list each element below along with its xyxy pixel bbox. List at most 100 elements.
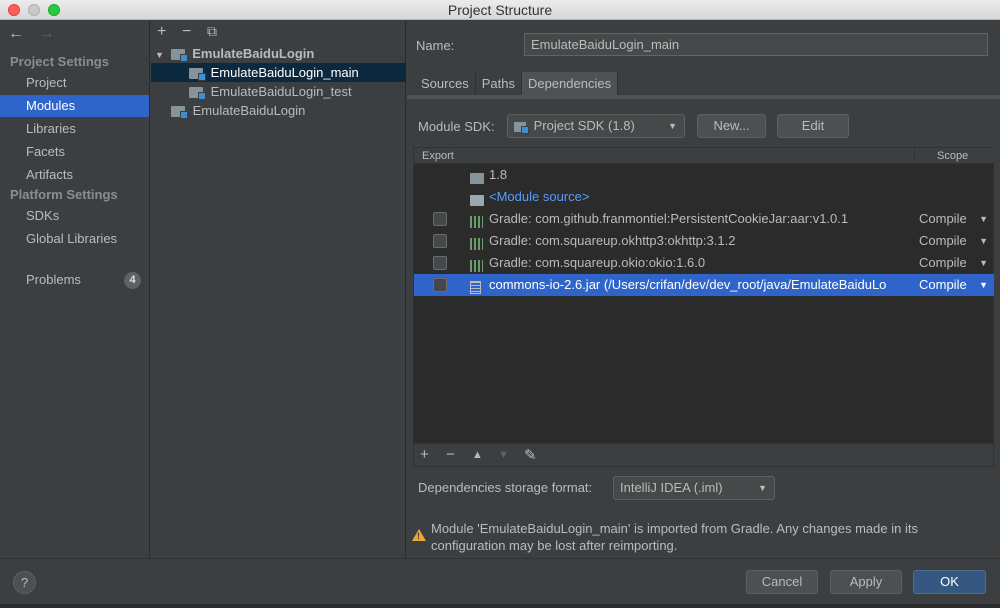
tree-item-label: EmulateBaiduLogin_main (210, 65, 359, 80)
add-dependency-icon[interactable]: + (420, 446, 429, 463)
dependency-name: <Module source> (489, 189, 590, 204)
tree-item-main[interactable]: EmulateBaiduLogin_main (151, 63, 406, 82)
settings-sidebar: ← → Project Settings Project Modules Lib… (0, 21, 150, 558)
tree-item-label: EmulateBaiduLogin (192, 46, 315, 61)
edit-dependency-icon[interactable]: ✎ (524, 446, 537, 464)
scope-column-header[interactable]: Scope (914, 148, 994, 164)
tree-item-label: EmulateBaiduLogin (192, 103, 306, 118)
export-checkbox[interactable] (433, 212, 447, 226)
name-label: Name: (416, 38, 455, 53)
tree-item-test[interactable]: EmulateBaiduLogin_test (151, 82, 406, 101)
cancel-button[interactable]: Cancel (746, 570, 818, 594)
sidebar-item-libraries[interactable]: Libraries (0, 118, 149, 140)
module-folder-icon (189, 68, 206, 82)
dependency-name: Gradle: com.squareup.okio:okio:1.6.0 (489, 255, 706, 270)
scope-select[interactable]: Compile ▼ (919, 252, 994, 274)
module-sdk-label: Module SDK: (418, 119, 495, 134)
tab-divider (407, 95, 1000, 99)
chevron-down-icon: ▼ (979, 214, 988, 224)
table-row[interactable]: commons-io-2.6.jar (/Users/crifan/dev/de… (414, 274, 994, 296)
nav-arrows: ← → (8, 25, 64, 43)
dialog-footer: ? Cancel Apply OK (0, 558, 1000, 604)
storage-format-label: Dependencies storage format: (418, 480, 593, 495)
module-name-input[interactable]: EmulateBaiduLogin_main (524, 33, 988, 56)
tab-paths[interactable]: Paths (476, 72, 522, 96)
move-down-icon[interactable]: ▼ (498, 449, 509, 461)
chevron-down-icon: ▼ (758, 483, 767, 493)
sdk-folder-icon (514, 121, 529, 134)
remove-dependency-icon[interactable]: − (446, 446, 455, 463)
help-button[interactable]: ? (13, 571, 36, 594)
background-editor-strip (0, 604, 1000, 608)
sidebar-item-sdks[interactable]: SDKs (0, 205, 149, 227)
dependencies-table: Export Scope 1.8 <Module source> Gradle:… (413, 147, 995, 460)
table-row[interactable]: 1.8 (414, 164, 994, 186)
apply-button[interactable]: Apply (830, 570, 902, 594)
table-header: Export Scope (414, 148, 995, 164)
module-tree-panel: + − ⧉ ▼ EmulateBaiduLogin EmulateBaiduLo… (151, 21, 406, 558)
module-tabs: Sources Paths Dependencies (415, 72, 619, 96)
sidebar-item-artifacts[interactable]: Artifacts (0, 164, 149, 186)
warning-icon (412, 529, 426, 541)
move-up-icon[interactable]: ▲ (472, 449, 483, 461)
module-sdk-value: Project SDK (1.8) (533, 118, 635, 133)
sidebar-item-global-libraries[interactable]: Global Libraries (0, 228, 149, 250)
tree-toolbar: + − ⧉ (151, 21, 406, 43)
platform-settings-header: Platform Settings (10, 187, 118, 202)
dependency-name: 1.8 (489, 167, 508, 182)
copy-module-icon[interactable]: ⧉ (207, 23, 217, 40)
title-bar: Project Structure (0, 0, 1000, 20)
back-arrow-icon[interactable]: ← (8, 25, 24, 42)
dependency-name: commons-io-2.6.jar (/Users/crifan/dev/de… (489, 277, 887, 292)
scope-value: Compile (919, 211, 967, 226)
export-checkbox[interactable] (433, 278, 447, 292)
problems-count-badge: 4 (124, 272, 141, 289)
scope-value: Compile (919, 277, 967, 292)
chevron-down-icon: ▼ (668, 121, 677, 131)
scope-select[interactable]: Compile ▼ (919, 208, 994, 230)
new-sdk-button[interactable]: New... (697, 114, 766, 138)
add-module-icon[interactable]: + (157, 23, 166, 41)
module-sdk-select[interactable]: Project SDK (1.8) ▼ (507, 114, 685, 138)
module-details-panel: Name: EmulateBaiduLogin_main Sources Path… (407, 21, 1000, 558)
warning-line-1: Module 'EmulateBaiduLogin_main' is impor… (431, 521, 918, 536)
module-folder-icon (171, 106, 188, 120)
sidebar-item-facets[interactable]: Facets (0, 141, 149, 163)
export-checkbox[interactable] (433, 256, 447, 270)
storage-format-value: IntelliJ IDEA (.iml) (620, 480, 723, 495)
dependency-name: Gradle: com.github.franmontiel:Persisten… (489, 211, 849, 226)
tree-item-label: EmulateBaiduLogin_test (210, 84, 352, 99)
scope-select[interactable]: Compile ▼ (919, 274, 994, 296)
sidebar-item-problems[interactable]: Problems 4 (0, 269, 149, 291)
project-settings-header: Project Settings (10, 54, 109, 69)
edit-sdk-button[interactable]: Edit (777, 114, 849, 138)
remove-module-icon[interactable]: − (182, 23, 191, 41)
problems-label: Problems (26, 272, 81, 287)
ok-button[interactable]: OK (913, 570, 986, 594)
dependency-name: Gradle: com.squareup.okhttp3:okhttp:3.1.… (489, 233, 736, 248)
scope-select[interactable]: Compile ▼ (919, 230, 994, 252)
chevron-down-icon: ▼ (979, 280, 988, 290)
storage-format-select[interactable]: IntelliJ IDEA (.iml) ▼ (613, 476, 775, 500)
scope-value: Compile (919, 255, 967, 270)
table-row[interactable]: <Module source> (414, 186, 994, 208)
jar-icon (470, 279, 481, 301)
tree-item-sibling[interactable]: EmulateBaiduLogin (151, 101, 406, 120)
module-folder-icon (170, 49, 188, 63)
module-folder-icon (189, 87, 206, 101)
window-title: Project Structure (447, 2, 553, 18)
export-checkbox[interactable] (433, 234, 447, 248)
sidebar-item-modules[interactable]: Modules (0, 95, 149, 117)
export-column-header[interactable]: Export (422, 148, 454, 164)
table-row[interactable]: Gradle: com.github.franmontiel:Persisten… (414, 208, 994, 230)
forward-arrow-icon[interactable]: → (38, 25, 54, 42)
table-row[interactable]: Gradle: com.squareup.okhttp3:okhttp:3.1.… (414, 230, 994, 252)
dependencies-toolbar: + − ▲ ▼ ✎ (413, 443, 994, 467)
chevron-down-icon: ▼ (979, 258, 988, 268)
tab-sources[interactable]: Sources (415, 72, 476, 96)
tab-dependencies[interactable]: Dependencies (521, 72, 619, 96)
project-structure-dialog: Project Structure ← → Project Settings P… (0, 0, 1000, 604)
sidebar-item-project[interactable]: Project (0, 72, 149, 94)
tree-root-module[interactable]: ▼ EmulateBaiduLogin (151, 44, 406, 63)
table-row[interactable]: Gradle: com.squareup.okio:okio:1.6.0 Com… (414, 252, 994, 274)
